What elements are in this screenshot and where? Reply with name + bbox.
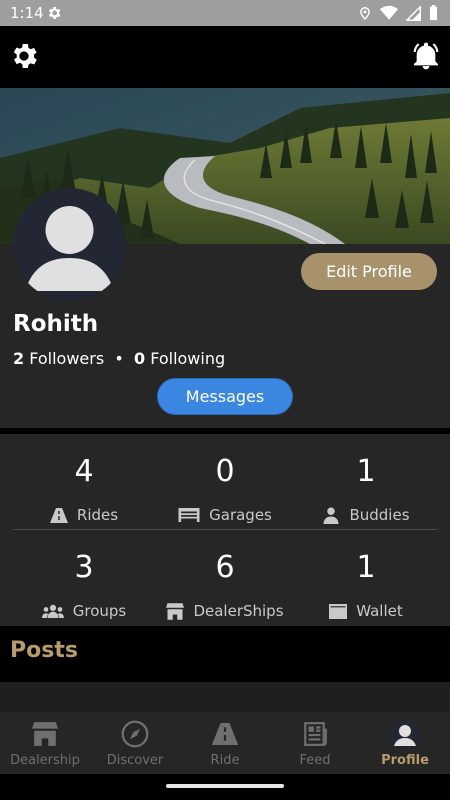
stat-groups[interactable]: 3 Groups	[9, 548, 159, 620]
nav-discover-label: Discover	[106, 753, 164, 768]
messages-button[interactable]: Messages	[157, 378, 293, 415]
stat-wallet-label: Wallet	[356, 602, 403, 620]
top-app-bar	[0, 26, 450, 88]
signal-icon	[406, 5, 421, 21]
store-icon	[166, 602, 185, 620]
following-label[interactable]: Following	[150, 349, 225, 368]
newspaper-icon	[304, 722, 327, 746]
stat-garages[interactable]: 0 Garages	[150, 452, 300, 524]
store-icon	[32, 722, 58, 746]
road-icon	[211, 723, 239, 745]
nav-dealership-label: Dealership	[10, 753, 80, 768]
stat-rides-value: 4	[74, 454, 94, 489]
following-count[interactable]: 0	[134, 349, 145, 368]
stat-garages-value: 0	[215, 454, 235, 489]
stat-groups-label: Groups	[72, 602, 127, 620]
status-time: 1:14	[10, 4, 44, 22]
stats-divider	[13, 529, 437, 530]
settings-notification-icon	[48, 7, 61, 19]
compass-icon	[121, 720, 149, 748]
person-icon	[323, 507, 339, 524]
profile-name: Rohith	[13, 311, 99, 337]
stat-rides[interactable]: 4 Rides	[9, 452, 159, 524]
avatar-icon	[390, 719, 420, 749]
nav-profile[interactable]: Profile	[360, 712, 450, 774]
notification-bell-icon[interactable]	[410, 40, 442, 72]
nav-ride-label: Ride	[210, 753, 240, 768]
stat-garages-label: Garages	[209, 506, 272, 524]
nav-profile-label: Profile	[381, 753, 429, 768]
stat-buddies-label: Buddies	[349, 506, 410, 524]
stat-wallet[interactable]: 1 Wallet	[291, 548, 441, 620]
posts-area	[0, 682, 450, 712]
garage-icon	[178, 508, 200, 522]
stats-panel: 4 Rides 0 Garages 1 Buddies 3 Groups 6 D…	[0, 434, 450, 626]
bottom-navigation: Dealership Discover Ride Feed Profile	[0, 712, 450, 774]
home-indicator[interactable]	[166, 784, 284, 788]
follow-separator: •	[114, 349, 124, 368]
stat-dealerships-value: 6	[215, 550, 235, 585]
stat-dealerships-label: DealerShips	[193, 602, 284, 620]
battery-icon	[429, 5, 438, 21]
wallet-icon	[329, 603, 348, 619]
stat-wallet-value: 1	[356, 550, 376, 585]
stat-dealerships[interactable]: 6 DealerShips	[150, 548, 300, 620]
status-bar: 1:14	[0, 0, 450, 26]
follow-stats: 2 Followers • 0 Following	[13, 349, 225, 368]
stat-buddies[interactable]: 1 Buddies	[291, 452, 441, 524]
edit-profile-button[interactable]: Edit Profile	[301, 253, 437, 290]
settings-icon[interactable]	[8, 40, 40, 72]
nav-discover[interactable]: Discover	[90, 712, 180, 774]
wifi-icon	[380, 5, 398, 20]
nav-feed-label: Feed	[299, 753, 331, 768]
profile-avatar[interactable]	[13, 188, 126, 301]
stat-rides-label: Rides	[76, 506, 119, 524]
group-icon	[41, 604, 64, 618]
nav-dealership[interactable]: Dealership	[0, 712, 90, 774]
posts-heading: Posts	[10, 638, 78, 663]
nav-feed[interactable]: Feed	[270, 712, 360, 774]
followers-label[interactable]: Followers	[29, 349, 104, 368]
followers-count[interactable]: 2	[13, 349, 24, 368]
nav-ride[interactable]: Ride	[180, 712, 270, 774]
location-icon	[360, 7, 370, 20]
road-icon	[49, 507, 68, 523]
stat-buddies-value: 1	[356, 454, 376, 489]
stat-groups-value: 3	[74, 550, 94, 585]
